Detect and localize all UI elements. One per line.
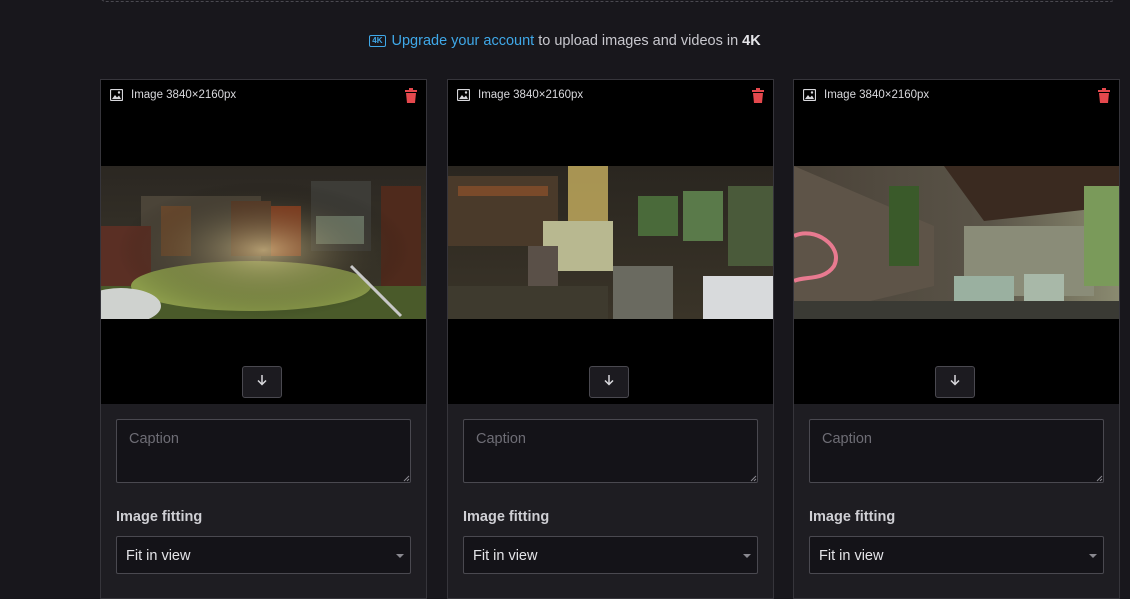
trash-icon[interactable] [1097,88,1111,104]
caption-input[interactable] [809,419,1104,483]
media-card: Image 3840×2160px Caption Image fitting … [793,79,1120,599]
image-thumbnail [794,166,1119,319]
trash-icon[interactable] [404,88,418,104]
trash-icon[interactable] [751,88,765,104]
upgrade-account-link[interactable]: Upgrade your account [392,33,535,49]
media-preview: Image 3840×2160px [448,80,773,404]
caption-input[interactable] [116,419,411,483]
arrow-down-icon [604,373,614,391]
chevron-down-icon [396,554,404,558]
image-fitting-select[interactable]: Fit in view [809,536,1104,574]
image-fitting-select[interactable]: Fit in view [116,536,411,574]
image-thumbnail [101,166,426,319]
image-thumbnail [448,166,773,319]
download-button[interactable] [242,366,282,398]
image-fitting-value: Fit in view [126,548,191,564]
upgrade-notice: 4K Upgrade your account to upload images … [0,33,1130,49]
download-button[interactable] [935,366,975,398]
image-fitting-value: Fit in view [473,548,538,564]
chevron-down-icon [743,554,751,558]
upload-dropzone[interactable] [100,0,1116,2]
media-info: Image 3840×2160px [110,87,236,103]
download-button[interactable] [589,366,629,398]
media-card: Image 3840×2160px Caption Image fitting … [447,79,774,599]
image-icon [803,89,816,101]
image-icon [110,89,123,101]
media-info: Image 3840×2160px [457,87,583,103]
chevron-down-icon [1089,554,1097,558]
media-info-text: Image 3840×2160px [478,89,584,101]
upgrade-emphasis: 4K [742,33,761,49]
image-icon [457,89,470,101]
media-info-text: Image 3840×2160px [131,89,237,101]
media-info-text: Image 3840×2160px [824,89,930,101]
image-fitting-label: Image fitting [463,509,550,525]
4k-badge-icon: 4K [369,35,386,47]
caption-input[interactable] [463,419,758,483]
arrow-down-icon [950,373,960,391]
upgrade-text: to upload images and videos in [538,33,739,49]
arrow-down-icon [257,373,267,391]
image-fitting-label: Image fitting [809,509,896,525]
media-card: Image 3840×2160px Caption Image fitting … [100,79,427,599]
image-fitting-select[interactable]: Fit in view [463,536,758,574]
media-preview: Image 3840×2160px [101,80,426,404]
media-info: Image 3840×2160px [803,87,929,103]
image-fitting-label: Image fitting [116,509,203,525]
media-preview: Image 3840×2160px [794,80,1119,404]
image-fitting-value: Fit in view [819,548,884,564]
